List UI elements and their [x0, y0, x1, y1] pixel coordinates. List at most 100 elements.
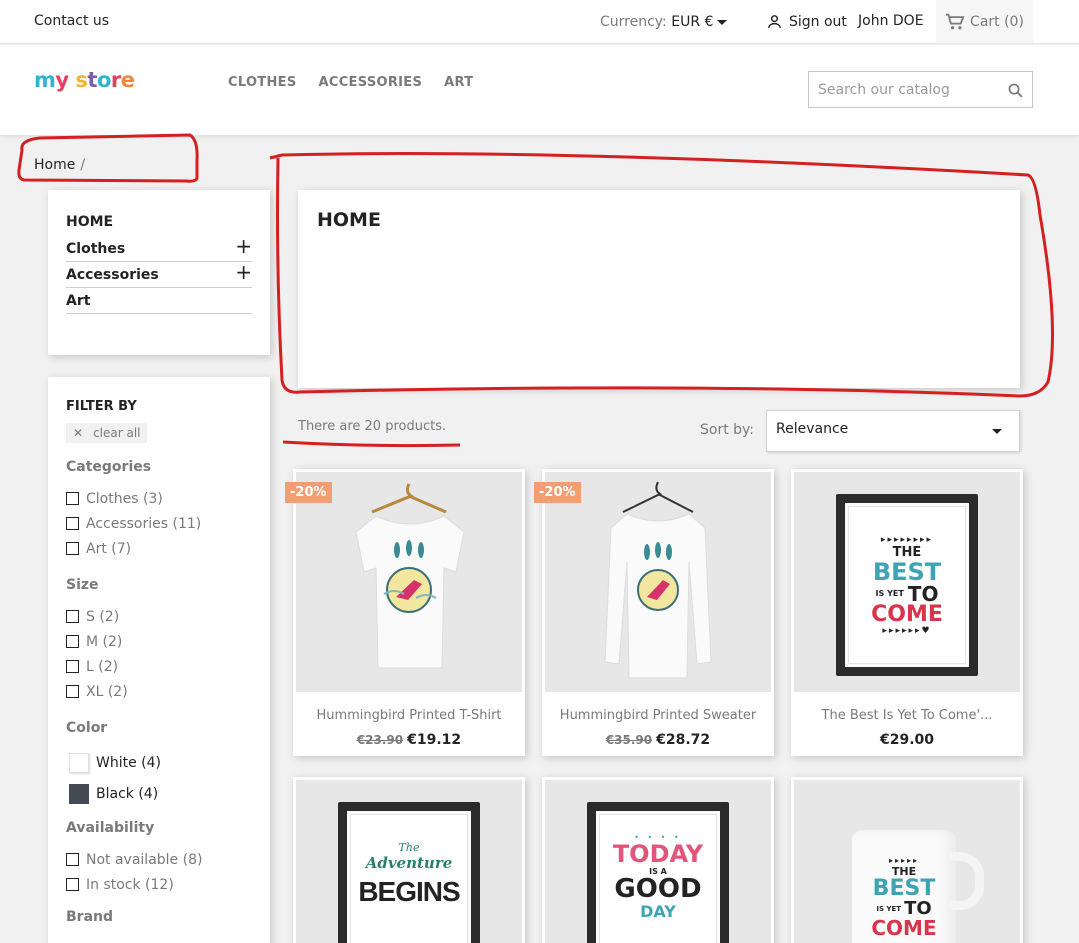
cart-label: Cart (0): [970, 13, 1024, 30]
facet-option[interactable]: In stock (12): [66, 872, 252, 897]
expand-icon[interactable]: +: [235, 236, 252, 256]
mug-line: COME: [871, 916, 937, 940]
clear-all-button[interactable]: ✕ clear all: [66, 423, 147, 443]
product-card[interactable]: • • • • TODAY IS A GOOD DAY: [542, 777, 774, 943]
price: €29.00: [879, 732, 935, 748]
regular-price: €23.90: [356, 733, 404, 747]
sign-out-link[interactable]: Sign out: [766, 13, 847, 30]
shopping-cart-icon: [946, 13, 965, 29]
sort-dropdown[interactable]: Relevance: [766, 410, 1020, 452]
facet-filters: FILTER BY ✕ clear all Categories Clothes…: [48, 377, 270, 943]
color-swatch[interactable]: [69, 783, 89, 804]
category-header: HOME: [298, 190, 1020, 388]
facet-option[interactable]: L (2): [66, 654, 252, 679]
cart-button[interactable]: Cart (0): [936, 0, 1033, 43]
facet-option[interactable]: Clothes (3): [66, 486, 252, 511]
color-option-white[interactable]: White (4): [66, 747, 252, 778]
poster-frame: The Adventure BEGINS: [338, 802, 480, 943]
category-tree-title[interactable]: HOME: [66, 214, 252, 230]
facet-option-label: S (2): [86, 608, 120, 625]
product-image[interactable]: [296, 472, 522, 692]
facet-option-label: L (2): [86, 658, 119, 675]
facet-title-color: Color: [66, 720, 108, 736]
product-card[interactable]: -20% Hummingbird Printed T-Shirt €23.90 €…: [285, 469, 525, 756]
category-item-art[interactable]: Art: [66, 288, 252, 314]
product-name[interactable]: The Best Is Yet To Come'...: [791, 708, 1023, 723]
product-name[interactable]: Hummingbird Printed Sweater: [542, 708, 774, 723]
checkbox[interactable]: [66, 542, 79, 555]
poster-frame: • • • • TODAY IS A GOOD DAY: [587, 802, 729, 943]
checkbox[interactable]: [66, 610, 79, 623]
checkbox[interactable]: [66, 853, 79, 866]
expand-icon[interactable]: +: [235, 262, 252, 282]
page-title: HOME: [317, 209, 381, 231]
breadcrumb-separator: /: [80, 157, 86, 173]
facet-title-availability: Availability: [66, 820, 155, 836]
checkbox[interactable]: [66, 660, 79, 673]
product-price: €29.00: [791, 732, 1023, 748]
facet-option-label: Clothes (3): [86, 490, 163, 507]
checkbox[interactable]: [66, 878, 79, 891]
poster-line: Adventure: [365, 854, 453, 872]
breadcrumb-home[interactable]: Home: [34, 157, 75, 173]
product-card[interactable]: -20% Hummingbird Printed Sweater €35.90 €…: [534, 469, 774, 756]
product-card[interactable]: ▸▸▸▸▸▸▸▸ THE BEST IS YET TO COME ▸▸▸▸▸▸♥…: [791, 469, 1023, 756]
facet-option[interactable]: Art (7): [66, 536, 252, 561]
menu-item-art[interactable]: ART: [444, 75, 473, 90]
search-icon[interactable]: [1007, 82, 1024, 99]
color-swatch[interactable]: [69, 752, 89, 773]
product-image[interactable]: [545, 472, 771, 692]
account-link[interactable]: John DOE: [858, 13, 924, 29]
currency-selector[interactable]: Currency: EUR €: [600, 14, 728, 30]
caret-down-icon: [992, 429, 1002, 434]
discount-badge: -20%: [534, 482, 581, 503]
product-card[interactable]: The Adventure BEGINS: [293, 777, 525, 943]
discount-badge: -20%: [285, 482, 332, 503]
facet-option[interactable]: M (2): [66, 629, 252, 654]
facet-option[interactable]: Not available (8): [66, 847, 252, 872]
tshirt-illustration: [355, 483, 465, 669]
breadcrumb: Home /: [34, 157, 85, 173]
color-option-black[interactable]: Black (4): [66, 778, 252, 809]
caret-down-icon: [717, 19, 728, 25]
facet-option[interactable]: Accessories (11): [66, 511, 252, 536]
category-tree: HOME Clothes + Accessories + Art: [48, 190, 270, 355]
checkbox[interactable]: [66, 492, 79, 505]
category-label: Art: [66, 292, 91, 309]
product-image[interactable]: • • • • TODAY IS A GOOD DAY: [545, 780, 771, 943]
sign-out-label: Sign out: [789, 13, 847, 30]
product-name[interactable]: Hummingbird Printed T-Shirt: [293, 708, 525, 723]
facet-option[interactable]: S (2): [66, 604, 252, 629]
mug-line: BEST: [872, 876, 936, 901]
category-item-clothes[interactable]: Clothes +: [66, 236, 252, 262]
checkbox[interactable]: [66, 685, 79, 698]
product-image[interactable]: The Adventure BEGINS: [296, 780, 522, 943]
poster-line: The: [398, 841, 420, 854]
filter-title: FILTER BY: [66, 399, 137, 414]
contact-us-link[interactable]: Contact us: [34, 13, 109, 29]
search-input[interactable]: [809, 72, 994, 107]
menu-item-accessories[interactable]: ACCESSORIES: [319, 75, 423, 90]
clear-all-label: clear all: [93, 426, 141, 440]
product-image[interactable]: ▸▸▸▸▸ THE BEST IS YET TO COME: [794, 780, 1020, 943]
poster-frame: ▸▸▸▸▸▸▸▸ THE BEST IS YET TO COME ▸▸▸▸▸▸♥: [836, 494, 978, 676]
user-icon: [768, 15, 781, 28]
menu-item-clothes[interactable]: CLOTHES: [228, 75, 297, 90]
checkbox[interactable]: [66, 517, 79, 530]
poster-line: IS YET: [875, 589, 904, 598]
facet-option-label: Black (4): [96, 785, 159, 802]
product-card[interactable]: ▸▸▸▸▸ THE BEST IS YET TO COME: [791, 777, 1023, 943]
facet-option-label: Art (7): [86, 540, 132, 557]
store-logo[interactable]: my store: [34, 68, 135, 92]
sort-by-label: Sort by:: [700, 422, 755, 438]
facet-option-label: White (4): [96, 754, 161, 771]
checkbox[interactable]: [66, 635, 79, 648]
mug-handle: [950, 852, 984, 910]
search-box: [808, 71, 1033, 108]
facet-option-label: XL (2): [86, 683, 128, 700]
category-item-accessories[interactable]: Accessories +: [66, 262, 252, 288]
product-image[interactable]: ▸▸▸▸▸▸▸▸ THE BEST IS YET TO COME ▸▸▸▸▸▸♥: [794, 472, 1020, 692]
mug-illustration: ▸▸▸▸▸ THE BEST IS YET TO COME: [852, 830, 956, 943]
currency-label: Currency:: [600, 14, 667, 30]
facet-option[interactable]: XL (2): [66, 679, 252, 704]
